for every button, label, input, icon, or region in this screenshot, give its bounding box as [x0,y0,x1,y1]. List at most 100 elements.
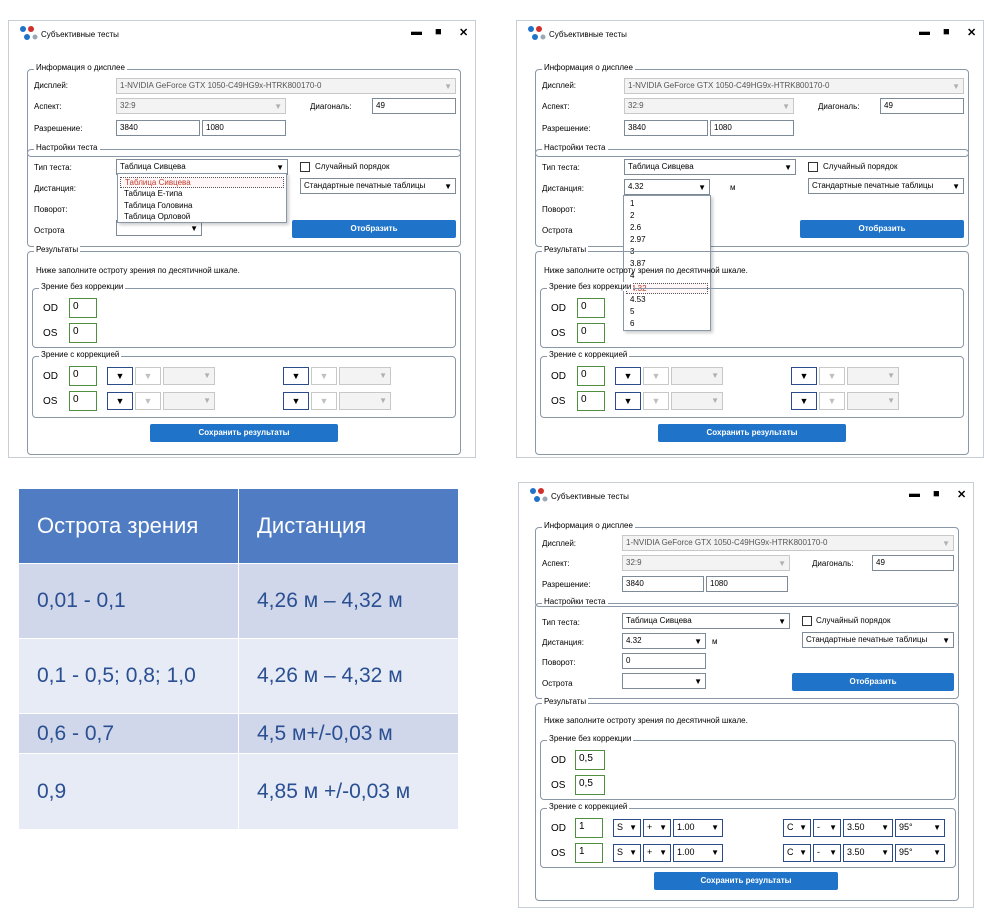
save-results-button[interactable]: Сохранить результаты [654,872,838,890]
random-order-label: Случайный порядок [823,162,898,171]
cell-distance: 4,5 м+/-0,03 м [238,713,459,754]
sphere-value-select[interactable]: 1.00 ▼ [673,844,723,862]
show-button[interactable]: Отобразить [792,673,954,691]
axis-select[interactable]: 95° ▼ [895,844,945,862]
maximize-icon[interactable]: ■ [435,26,442,38]
save-results-button[interactable]: Сохранить результаты [658,424,846,442]
random-order-checkbox[interactable] [802,616,812,626]
group-legend: Результаты [542,697,589,706]
dropdown-option[interactable]: 2.6 [630,223,641,232]
resolution-height-input[interactable]: 1080 [706,576,788,592]
cyl-value-select[interactable]: 3.50 ▼ [843,844,893,862]
minimize-icon[interactable]: ▬ [909,488,920,500]
cyl-plus-minus-select[interactable]: - ▼ [813,844,841,862]
os-input[interactable]: 0 [577,323,605,343]
rotation-label: Поворот: [542,205,576,214]
os-input[interactable]: 0 [69,323,97,343]
rotation-input[interactable]: 0 [622,653,706,669]
plus-minus-select[interactable]: + ▼ [643,844,671,862]
results-group: Результаты Ниже заполните остроту зрения… [27,245,461,455]
corr-os-input[interactable]: 0 [577,391,605,411]
dropdown-option[interactable]: 1 [630,199,634,208]
app-logo-icon [530,488,548,502]
sphere-sign-select[interactable]: ▼ [615,367,641,385]
sphere-sign-select[interactable]: ▼ [107,367,133,385]
diagonal-label: Диагональ: [818,102,860,111]
results-group: Результаты Ниже заполните остроту зрения… [535,697,959,901]
resolution-width-input[interactable]: 3840 [622,576,704,592]
maximize-icon[interactable]: ■ [943,26,950,38]
title-bar: Субъективные тесты ▬ ■ ✕ [9,21,475,47]
os-label: OS [551,848,566,859]
chart-set-select[interactable]: Стандартные печатные таблицы ▼ [802,632,954,648]
cell-acuity: 0,6 - 0,7 [18,713,239,754]
chart-set-select[interactable]: Стандартные печатные таблицы ▼ [808,178,964,194]
distance-select[interactable]: 4.32 ▼ [622,633,706,649]
dropdown-option[interactable]: Таблица Сивцева [120,177,284,188]
window-title: Субъективные тесты [551,492,629,501]
with-correction-group: Зрение с коррекцией OD 0 ▼ ▼ ▼ ▼ ▼ ▼ OS … [32,350,456,418]
resolution-height-input[interactable]: 1080 [202,120,286,136]
close-icon[interactable]: ✕ [967,26,976,39]
cyl-sign-select[interactable]: ▼ [791,367,817,385]
distance-label: Дистанция: [542,638,584,647]
cyl-sign-select[interactable]: ▼ [791,392,817,410]
cyl-sign-select[interactable]: ▼ [283,367,309,385]
acuity-select[interactable]: ▼ [622,673,706,689]
plus-minus-select[interactable]: + ▼ [643,819,671,837]
cyl-plus-minus-select[interactable]: - ▼ [813,819,841,837]
random-order-checkbox[interactable] [808,162,818,172]
sphere-value-select[interactable]: 1.00 ▼ [673,819,723,837]
chart-set-select[interactable]: Стандартные печатные таблицы ▼ [300,178,456,194]
close-icon[interactable]: ✕ [459,26,468,39]
dropdown-option[interactable]: Таблица Е-типа [124,189,183,198]
maximize-icon[interactable]: ■ [933,488,940,500]
sphere-sign-select[interactable]: S ▼ [613,844,641,862]
sphere-sign-select[interactable]: ▼ [107,392,133,410]
diagonal-input[interactable]: 49 [372,98,456,114]
axis-select[interactable]: 95° ▼ [895,819,945,837]
random-order-checkbox[interactable] [300,162,310,172]
diagonal-input[interactable]: 49 [872,555,954,571]
close-icon[interactable]: ✕ [957,488,966,501]
sphere-sign-select[interactable]: S ▼ [613,819,641,837]
dropdown-option[interactable]: Таблица Головина [124,201,192,210]
window-title: Субъективные тесты [549,30,627,39]
test-type-select[interactable]: Таблица Сивцева ▼ [622,613,790,629]
cyl-plus-minus-select: ▼ [311,392,337,410]
minimize-icon[interactable]: ▬ [411,26,422,38]
diagonal-input[interactable]: 49 [880,98,964,114]
corr-od-input[interactable]: 1 [575,818,603,838]
cyl-value-select[interactable]: 3.50 ▼ [843,819,893,837]
resolution-width-input[interactable]: 3840 [116,120,200,136]
od-label: OD [43,371,58,382]
minimize-icon[interactable]: ▬ [919,26,930,38]
save-results-button[interactable]: Сохранить результаты [150,424,338,442]
cyl-sign-select[interactable]: C ▼ [783,819,811,837]
plus-minus-select: ▼ [643,367,669,385]
cyl-value-select: ▼ [339,367,391,385]
os-input[interactable]: 0,5 [575,775,605,795]
table-row: 0,6 - 0,7 4,5 м+/-0,03 м [18,713,459,754]
cyl-sign-select[interactable]: ▼ [283,392,309,410]
show-button[interactable]: Отобразить [292,220,456,238]
resolution-width-input[interactable]: 3840 [624,120,708,136]
corr-od-input[interactable]: 0 [69,366,97,386]
test-type-select[interactable]: Таблица Сивцева ▼ [624,159,796,175]
dropdown-option[interactable]: 2.97 [630,235,646,244]
corr-os-input[interactable]: 0 [69,391,97,411]
dropdown-option[interactable]: 2 [630,211,634,220]
group-legend: Настройки теста [542,597,608,606]
corr-os-input[interactable]: 1 [575,843,603,863]
cell-distance: 4,26 м – 4,32 м [238,638,459,714]
corr-od-input[interactable]: 0 [577,366,605,386]
cyl-sign-select[interactable]: C ▼ [783,844,811,862]
od-input[interactable]: 0 [69,298,97,318]
sphere-sign-select[interactable]: ▼ [615,392,641,410]
show-button[interactable]: Отобразить [800,220,964,238]
resolution-height-input[interactable]: 1080 [710,120,794,136]
dropdown-option[interactable]: Таблица Орловой [124,212,190,221]
od-input[interactable]: 0 [577,298,605,318]
od-input[interactable]: 0,5 [575,750,605,770]
distance-select[interactable]: 4.32 ▼ [624,179,710,195]
